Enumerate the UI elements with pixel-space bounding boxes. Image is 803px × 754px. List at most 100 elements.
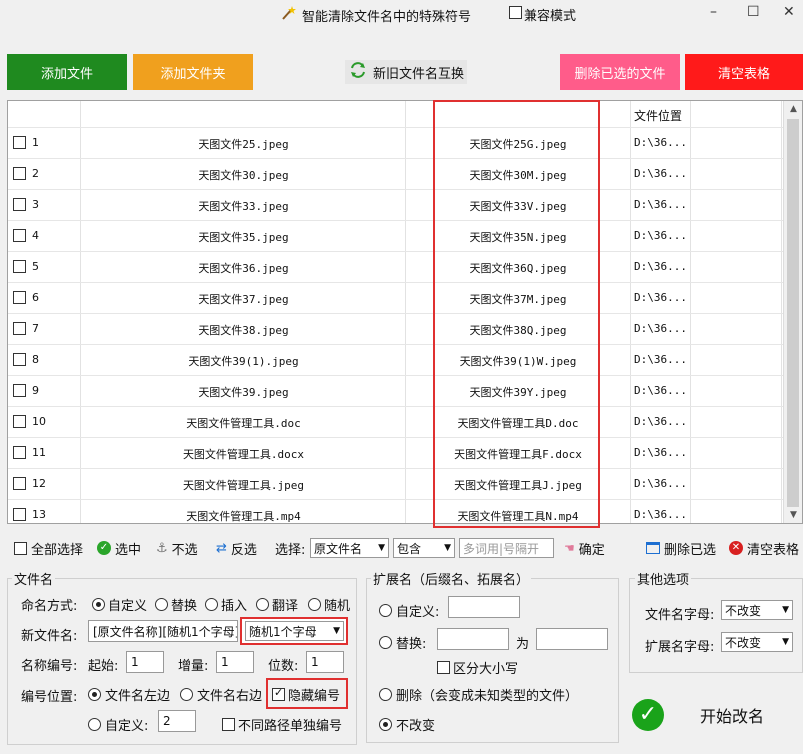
- keyword-input[interactable]: 多词用|号隔开: [459, 538, 554, 558]
- ext-custom-input[interactable]: [448, 596, 520, 618]
- ext-case-select[interactable]: 不改变 ▼: [721, 632, 793, 652]
- confirm-button[interactable]: ☚ 确定: [564, 536, 605, 560]
- separate-numbering-checkbox[interactable]: [222, 718, 235, 731]
- ext-no-change-radio[interactable]: [379, 718, 392, 731]
- case-sensitive-option[interactable]: 区分大小写: [437, 658, 518, 677]
- ext-delete-radio[interactable]: [379, 688, 392, 701]
- location-column-header[interactable]: 文件位置: [634, 107, 682, 124]
- custom-position-input[interactable]: 2: [158, 710, 196, 732]
- new-name-input[interactable]: [原文件名称][随机1个字母]: [88, 620, 238, 642]
- table-row[interactable]: 6 天图文件37.jpeg 天图文件37M.jpeg D:\36...: [8, 282, 783, 313]
- compat-mode-checkbox[interactable]: [509, 6, 522, 19]
- add-folder-button[interactable]: 添加文件夹: [133, 54, 253, 90]
- naming-mode-option[interactable]: 自定义: [92, 595, 147, 614]
- naming-mode-option[interactable]: 插入: [205, 595, 247, 614]
- ext-replace-from-input[interactable]: [437, 628, 509, 650]
- select-all-control[interactable]: 全部选择: [14, 536, 83, 560]
- ext-replace-to-input[interactable]: [536, 628, 608, 650]
- table-row[interactable]: 8 天图文件39(1).jpeg 天图文件39(1)W.jpeg D:\36...: [8, 344, 783, 375]
- table-scrollbar[interactable]: ▲ ▼: [783, 101, 802, 523]
- random-type-select[interactable]: 随机1个字母 ▼: [245, 621, 344, 641]
- hide-number-option[interactable]: ✓ 隐藏编号: [272, 685, 340, 704]
- filename-case-select[interactable]: 不改变 ▼: [721, 600, 793, 620]
- position-right-option[interactable]: 文件名右边: [180, 685, 262, 704]
- table-row[interactable]: 3 天图文件33.jpeg 天图文件33V.jpeg D:\36...: [8, 189, 783, 220]
- naming-mode-radio[interactable]: [92, 598, 105, 611]
- scroll-down-arrow-icon[interactable]: ▼: [784, 507, 802, 523]
- table-row[interactable]: 13 天图文件管理工具.mp4 天图文件管理工具N.mp4 D:\36...: [8, 499, 783, 523]
- row-checkbox[interactable]: [13, 353, 26, 366]
- row-checkbox[interactable]: [13, 198, 26, 211]
- row-checkbox[interactable]: [13, 136, 26, 149]
- table-row[interactable]: 1 天图文件25.jpeg 天图文件25G.jpeg D:\36...: [8, 127, 783, 158]
- naming-mode-radio[interactable]: [205, 598, 218, 611]
- close-button[interactable]: ✕: [783, 4, 795, 20]
- row-checkbox[interactable]: [13, 384, 26, 397]
- add-file-button[interactable]: 添加文件: [7, 54, 127, 90]
- table-row[interactable]: 9 天图文件39.jpeg 天图文件39Y.jpeg D:\36...: [8, 375, 783, 406]
- table-row[interactable]: 5 天图文件36.jpeg 天图文件36Q.jpeg D:\36...: [8, 251, 783, 282]
- scroll-up-arrow-icon[interactable]: ▲: [784, 101, 802, 117]
- step-input[interactable]: 1: [216, 651, 254, 673]
- row-checkbox[interactable]: [13, 291, 26, 304]
- table-row[interactable]: 2 天图文件30.jpeg 天图文件30M.jpeg D:\36...: [8, 158, 783, 189]
- position-custom-option[interactable]: 自定义:: [88, 715, 148, 734]
- row-checkbox[interactable]: [13, 415, 26, 428]
- naming-mode-radio[interactable]: [155, 598, 168, 611]
- invert-selection-button[interactable]: ⇄ 反选: [216, 536, 257, 560]
- row-checkbox[interactable]: [13, 508, 26, 521]
- old-filename: 天图文件39(1).jpeg: [188, 355, 299, 368]
- chevron-down-icon: ▼: [378, 543, 385, 553]
- position-left-radio[interactable]: [88, 688, 101, 701]
- clear-table-button[interactable]: 清空表格: [685, 54, 803, 90]
- hide-number-checkbox[interactable]: ✓: [272, 686, 285, 701]
- position-left-option[interactable]: 文件名左边: [88, 685, 170, 704]
- table-row[interactable]: 7 天图文件38.jpeg 天图文件38Q.jpeg D:\36...: [8, 313, 783, 344]
- naming-mode-option[interactable]: 替换: [155, 595, 197, 614]
- delete-selected-button[interactable]: 删除已选: [646, 536, 716, 560]
- delete-selected-files-button[interactable]: 删除已选的文件: [560, 54, 680, 90]
- file-location: D:\36...: [634, 353, 687, 366]
- row-checkbox[interactable]: [13, 229, 26, 242]
- digits-input[interactable]: 1: [306, 651, 344, 673]
- select-all-checkbox[interactable]: [14, 541, 27, 555]
- ext-custom-radio[interactable]: [379, 604, 392, 617]
- row-checkbox[interactable]: [13, 167, 26, 180]
- old-filename: 天图文件33.jpeg: [198, 200, 289, 213]
- clear-table-small-button[interactable]: ✕ 清空表格: [729, 536, 799, 560]
- file-location: D:\36...: [634, 446, 687, 459]
- separate-numbering-option[interactable]: 不同路径单独编号: [222, 715, 342, 734]
- maximize-button[interactable]: ☐: [747, 4, 760, 20]
- ext-no-change-option[interactable]: 不改变: [379, 715, 435, 734]
- ext-replace-option[interactable]: 替换:: [379, 633, 426, 652]
- row-checkbox[interactable]: [13, 260, 26, 273]
- row-checkbox[interactable]: [13, 322, 26, 335]
- table-row[interactable]: 12 天图文件管理工具.jpeg 天图文件管理工具J.jpeg D:\36...: [8, 468, 783, 499]
- naming-mode-radio[interactable]: [256, 598, 269, 611]
- position-right-radio[interactable]: [180, 688, 193, 701]
- invert-arrows-icon: ⇄: [216, 540, 227, 556]
- deselect-button[interactable]: ⚓ 不选: [156, 536, 198, 560]
- position-custom-radio[interactable]: [88, 718, 101, 731]
- row-checkbox[interactable]: [13, 477, 26, 490]
- table-row[interactable]: 4 天图文件35.jpeg 天图文件35N.jpeg D:\36...: [8, 220, 783, 251]
- start-rename-button[interactable]: ✓ 开始改名: [632, 699, 764, 731]
- choose-field-select[interactable]: 原文件名 ▼: [310, 538, 389, 558]
- table-row[interactable]: 11 天图文件管理工具.docx 天图文件管理工具F.docx D:\36...: [8, 437, 783, 468]
- ext-replace-radio[interactable]: [379, 636, 392, 649]
- naming-mode-option[interactable]: 随机: [308, 595, 350, 614]
- select-button[interactable]: ✓ 选中: [97, 536, 141, 560]
- naming-mode-radio[interactable]: [308, 598, 321, 611]
- ext-custom-option[interactable]: 自定义:: [379, 601, 439, 620]
- start-input[interactable]: 1: [126, 651, 164, 673]
- row-checkbox[interactable]: [13, 446, 26, 459]
- scroll-thumb[interactable]: [787, 119, 799, 507]
- naming-mode-option[interactable]: 翻译: [256, 595, 298, 614]
- ext-delete-option[interactable]: 删除（会变成未知类型的文件）: [379, 685, 578, 704]
- case-sensitive-checkbox[interactable]: [437, 661, 450, 674]
- swap-names-button[interactable]: 新旧文件名互换: [345, 60, 467, 84]
- row-number: 5: [32, 260, 39, 273]
- choose-op-select[interactable]: 包含 ▼: [393, 538, 455, 558]
- minimize-button[interactable]: –: [710, 4, 717, 20]
- table-row[interactable]: 10 天图文件管理工具.doc 天图文件管理工具D.doc D:\36...: [8, 406, 783, 437]
